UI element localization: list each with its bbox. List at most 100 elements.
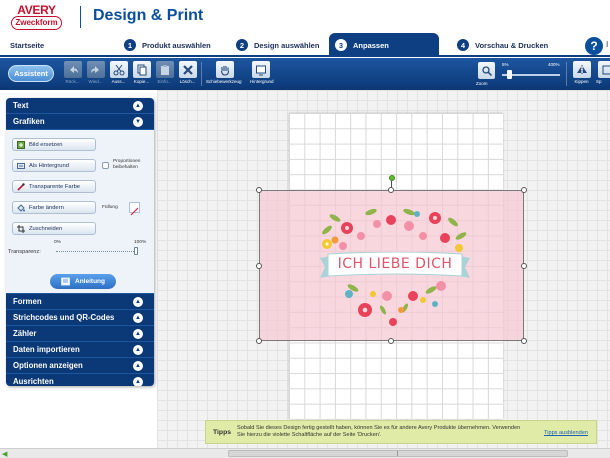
paste-label: Einfü... [157,79,172,84]
avery-zweckform-logo[interactable]: AVERY Zweckform [11,3,62,31]
flip-icon [572,61,591,78]
background-button[interactable]: Hintergrund [250,61,274,89]
redo-button[interactable]: Wied... [85,61,106,89]
transparency-label: Transparenz: [8,249,41,255]
section-label: Strichcodes und QR-Codes [13,313,115,322]
as-background-button[interactable]: Als Hintergrund [12,159,96,172]
chevron-down-icon: ▼ [133,117,143,127]
tips-label: Tipps [213,429,232,436]
undo-button[interactable]: Rück... [62,61,83,89]
hide-tips-link[interactable]: Tipps ausblenden [544,430,588,436]
replace-image-button[interactable]: Bild ersetzen [12,138,96,151]
magnifier-icon [481,65,492,76]
tips-bar: Tipps Sobald Sie dieses Design fertig ge… [205,420,597,444]
panel-section-barcodes[interactable]: Strichcodes und QR-Codes ▲ [6,310,154,326]
step-number: 2 [236,39,248,51]
chevron-up-icon: ▲ [133,313,143,323]
step-3-tab-active[interactable]: 3 Anpassen [329,33,439,57]
transparency-max-label: 100% [134,240,147,245]
logo-brand-top: AVERY [17,3,56,17]
zoom-min-label: 5% [502,62,509,67]
chevron-up-icon: ▲ [133,297,143,307]
undo-icon [63,61,82,78]
panel-section-counter[interactable]: Zähler ▲ [6,326,154,342]
help-label-cut: I [606,40,609,49]
step-1-tab[interactable]: 1 Produkt auswählen [124,33,211,57]
delete-button[interactable]: Lösch... [177,61,198,89]
panel-section-display-options[interactable]: Optionen anzeigen ▲ [6,358,154,374]
crop-label: Zuschneiden [29,225,63,232]
step-number: 3 [335,39,347,51]
fill-color-swatch[interactable] [129,202,140,216]
background-label: Hintergrund [250,79,274,84]
resize-handle-bottom[interactable] [388,338,394,344]
design-print-app: AVERY Zweckform Design & Print Startseit… [0,0,610,458]
nav-home-link[interactable]: Startseite [10,33,44,57]
app-header: AVERY Zweckform Design & Print [0,0,610,33]
step-label: Anpassen [353,40,389,50]
resize-handle-bottom-left[interactable] [256,338,262,344]
panel-section-align[interactable]: Ausrichten ▲ [6,374,154,386]
zoom-label: Zoom [476,81,488,86]
section-label: Formen [13,297,42,306]
zoom-slider-thumb[interactable] [506,70,512,79]
resize-handle-top-right[interactable] [521,187,527,193]
step-number: 1 [124,39,136,51]
hand-icon [216,61,234,78]
assistent-button[interactable]: Assistent [8,65,54,82]
transparent-color-button[interactable]: Transparente Farbe [12,180,96,193]
step-4-tab[interactable]: 4 Vorschau & Drucken [457,33,548,57]
banner-text[interactable]: ICH LIEBE DICH [320,256,470,272]
crop-button[interactable]: Zuschneiden [12,222,96,235]
pan-tool-button[interactable]: Schiebewerkzeug [206,61,254,89]
paste-button[interactable]: Einfü... [154,61,175,89]
redo-label: Wied... [88,79,103,84]
panel-section-import-data[interactable]: Daten importieren ▲ [6,342,154,358]
chevron-up-icon: ▲ [133,361,143,371]
scroll-left-arrow-icon[interactable]: ◀ [2,450,7,458]
guide-button[interactable]: Anleitung [50,274,116,289]
redo-icon [86,61,105,78]
rotation-handle[interactable] [389,175,395,181]
flip-button[interactable]: Kippen [571,61,592,89]
fill-label: Füllung [102,205,118,210]
horizontal-scrollbar[interactable]: ◀ [0,448,610,458]
cut-button[interactable]: Auss... [108,61,129,89]
copy-button[interactable]: Kopie... [131,61,152,89]
resize-handle-top[interactable] [388,187,394,193]
panel-section-formen[interactable]: Formen ▲ [6,294,154,310]
resize-handle-top-left[interactable] [256,187,262,193]
more-tool-button[interactable]: Sp [596,61,610,89]
section-label: Daten importieren [13,345,80,354]
copy-label: Kopie... [133,79,150,84]
zoom-button[interactable] [478,62,495,79]
transparency-min-label: 0% [54,240,61,245]
step-label: Produkt auswählen [142,40,211,50]
transparency-slider-thumb[interactable] [134,247,139,255]
transparency-slider-track[interactable] [56,251,138,252]
cut-label: Auss... [111,79,126,84]
background-layer-icon [17,162,25,170]
resize-handle-right[interactable] [521,263,527,269]
help-button[interactable]: ? [585,37,603,55]
flip-label: Kippen [574,79,589,84]
more-tool-label: Sp [596,79,602,84]
image-replace-icon [17,140,25,149]
panel-section-grafiken[interactable]: Grafiken ▼ [6,114,154,130]
paste-icon [155,61,174,78]
step-label: Design auswählen [254,40,320,50]
chevron-up-icon: ▲ [133,377,143,386]
pan-tool-label: Schiebewerkzeug [206,79,242,84]
grafiken-panel-body: Bild ersetzen Als Hintergrund Proportion… [6,130,154,294]
resize-handle-bottom-right[interactable] [521,338,527,344]
panel-section-text[interactable]: Text ▲ [6,98,154,114]
guide-label: Anleitung [75,278,105,285]
no-fill-icon [130,207,139,216]
header-divider [80,6,81,28]
undo-label: Rück... [65,79,80,84]
step-2-tab[interactable]: 2 Design auswählen [236,33,319,57]
resize-handle-left[interactable] [256,263,262,269]
keep-proportions-checkbox[interactable] [102,162,109,169]
change-color-button[interactable]: Farbe ändern [12,201,96,214]
tips-text: Sobald Sie dieses Design fertig gestellt… [237,425,521,438]
